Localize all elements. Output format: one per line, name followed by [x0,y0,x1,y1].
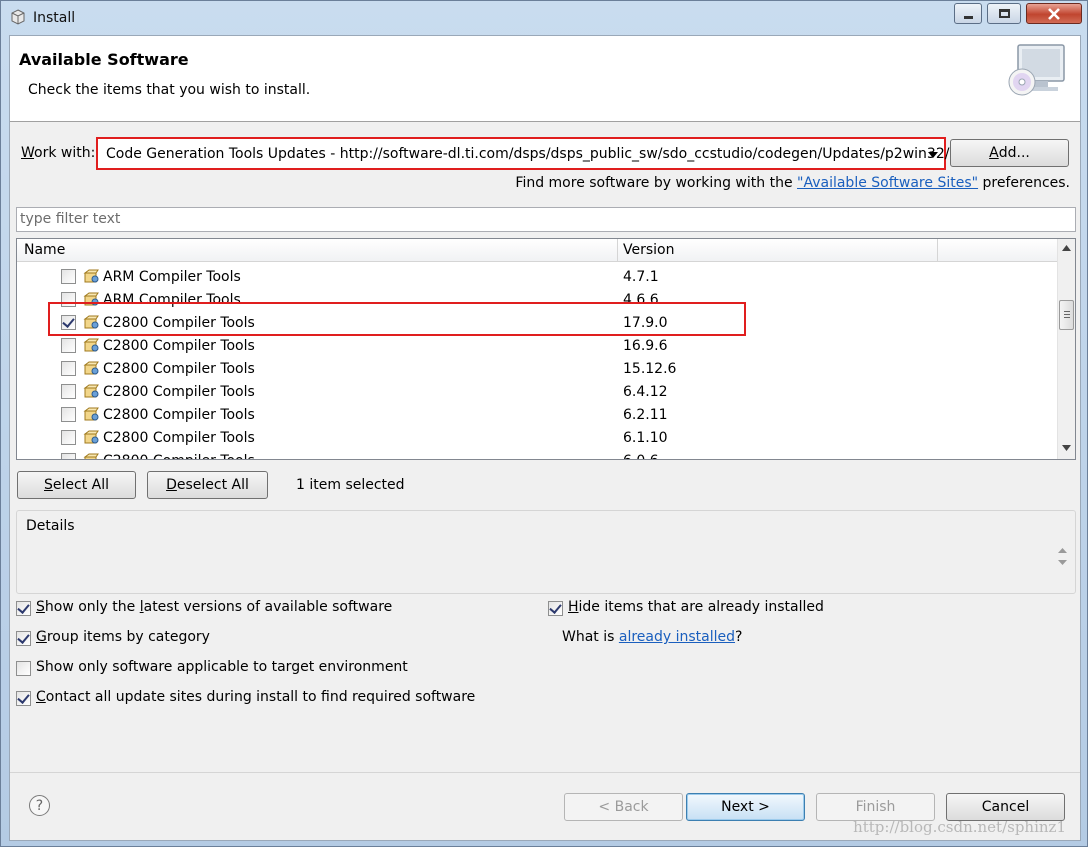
table-row[interactable]: C2800 Compiler Tools 6.2.11 [17,404,1057,427]
already-installed-link[interactable]: already installed [619,629,735,645]
contact-update-sites-checkbox[interactable] [16,691,31,706]
table-row[interactable]: ARM Compiler Tools 4.7.1 [17,266,1057,289]
row-checkbox[interactable] [61,384,76,399]
column-header-name[interactable]: Name [24,242,65,258]
dialog-header: Available Software Check the items that … [10,36,1080,122]
selection-status: 1 item selected [296,477,405,493]
table-row[interactable]: C2800 Compiler Tools 16.9.6 [17,335,1057,358]
close-window-button[interactable] [1026,3,1082,24]
column-header-version[interactable]: Version [623,242,674,258]
page-title: Available Software [19,50,189,69]
row-checkbox[interactable] [61,453,76,459]
details-label: Details [26,518,75,534]
work-with-value: Code Generation Tools Updates - http://s… [106,146,950,162]
eclipse-install-icon [11,9,25,25]
software-table: Name Version ARM Compiler Tools 4.7.1 ARM … [16,238,1076,460]
maximize-button[interactable] [987,3,1021,24]
row-name: C2800 Compiler Tools [103,361,255,377]
group-by-category-checkbox[interactable] [16,631,31,646]
install-software-banner-icon [1008,44,1065,96]
row-version: 4.7.1 [623,269,659,285]
selected-item-highlight [48,302,746,336]
feature-package-icon [83,384,99,398]
software-sites-hint: Find more software by working with the "… [515,175,1070,191]
back-button[interactable]: < Back [564,793,683,821]
available-software-sites-link[interactable]: "Available Software Sites" [797,175,978,191]
row-checkbox[interactable] [61,430,76,445]
next-button[interactable]: Next > [686,793,805,821]
details-spinner-icon[interactable] [1058,547,1067,567]
what-is-installed-text: What is already installed? [562,629,743,645]
hide-installed-checkbox[interactable] [548,601,563,616]
feature-package-icon [83,269,99,283]
title-bar[interactable]: Install [1,1,1087,35]
deselect-all-button[interactable]: Deselect All [147,471,268,499]
select-all-button[interactable]: Select All [17,471,136,499]
row-name: C2800 Compiler Tools [103,453,255,459]
table-row[interactable]: C2800 Compiler Tools 6.4.12 [17,381,1057,404]
watermark-text: http://blog.csdn.net/sphinz1 [853,818,1066,836]
minimize-icon [963,16,973,19]
finish-button[interactable]: Finish [816,793,935,821]
minimize-button[interactable] [954,3,982,24]
filter-placeholder: type filter text [20,211,121,227]
footer-separator [10,772,1080,773]
filter-input[interactable]: type filter text [16,207,1076,232]
window-title: Install [33,10,76,26]
row-checkbox[interactable] [61,338,76,353]
table-row[interactable]: C2800 Compiler Tools 6.0.6 [17,450,1057,459]
row-version: 6.4.12 [623,384,668,400]
feature-package-icon [83,453,99,459]
table-row[interactable]: C2800 Compiler Tools 6.1.10 [17,427,1057,450]
scroll-thumb[interactable] [1059,300,1074,330]
table-row[interactable]: C2800 Compiler Tools 15.12.6 [17,358,1057,381]
feature-package-icon [83,407,99,421]
row-name: C2800 Compiler Tools [103,384,255,400]
work-with-label: Work with: [21,145,96,161]
help-icon[interactable]: ? [29,795,50,816]
row-name: C2800 Compiler Tools [103,430,255,446]
details-panel: Details [16,510,1076,594]
feature-package-icon [83,430,99,444]
add-site-button[interactable]: Add... [950,139,1069,167]
feature-package-icon [83,338,99,352]
scroll-down-icon [1062,445,1071,451]
page-subtitle: Check the items that you wish to install… [28,82,311,98]
dialog-client-area: Available Software Check the items that … [9,35,1081,841]
install-window: Install Available Software Check the ite… [0,0,1088,847]
show-latest-checkbox[interactable] [16,601,31,616]
table-scrollbar[interactable] [1057,239,1075,459]
row-checkbox[interactable] [61,407,76,422]
row-version: 6.1.10 [623,430,668,446]
row-version: 6.0.6 [623,453,659,459]
row-version: 15.12.6 [623,361,677,377]
row-name: C2800 Compiler Tools [103,407,255,423]
table-header: Name Version [17,239,1057,262]
scroll-up-icon [1062,245,1071,251]
maximize-icon [998,9,1010,18]
row-version: 16.9.6 [623,338,668,354]
feature-package-icon [83,361,99,375]
row-version: 6.2.11 [623,407,668,423]
work-with-combo[interactable]: Code Generation Tools Updates - http://s… [96,137,950,170]
row-name: C2800 Compiler Tools [103,338,255,354]
cancel-button[interactable]: Cancel [946,793,1065,821]
row-name: ARM Compiler Tools [103,269,241,285]
row-checkbox[interactable] [61,269,76,284]
show-applicable-checkbox[interactable] [16,661,31,676]
dropdown-arrow-icon [928,152,938,158]
close-icon [1048,7,1060,20]
row-checkbox[interactable] [61,361,76,376]
